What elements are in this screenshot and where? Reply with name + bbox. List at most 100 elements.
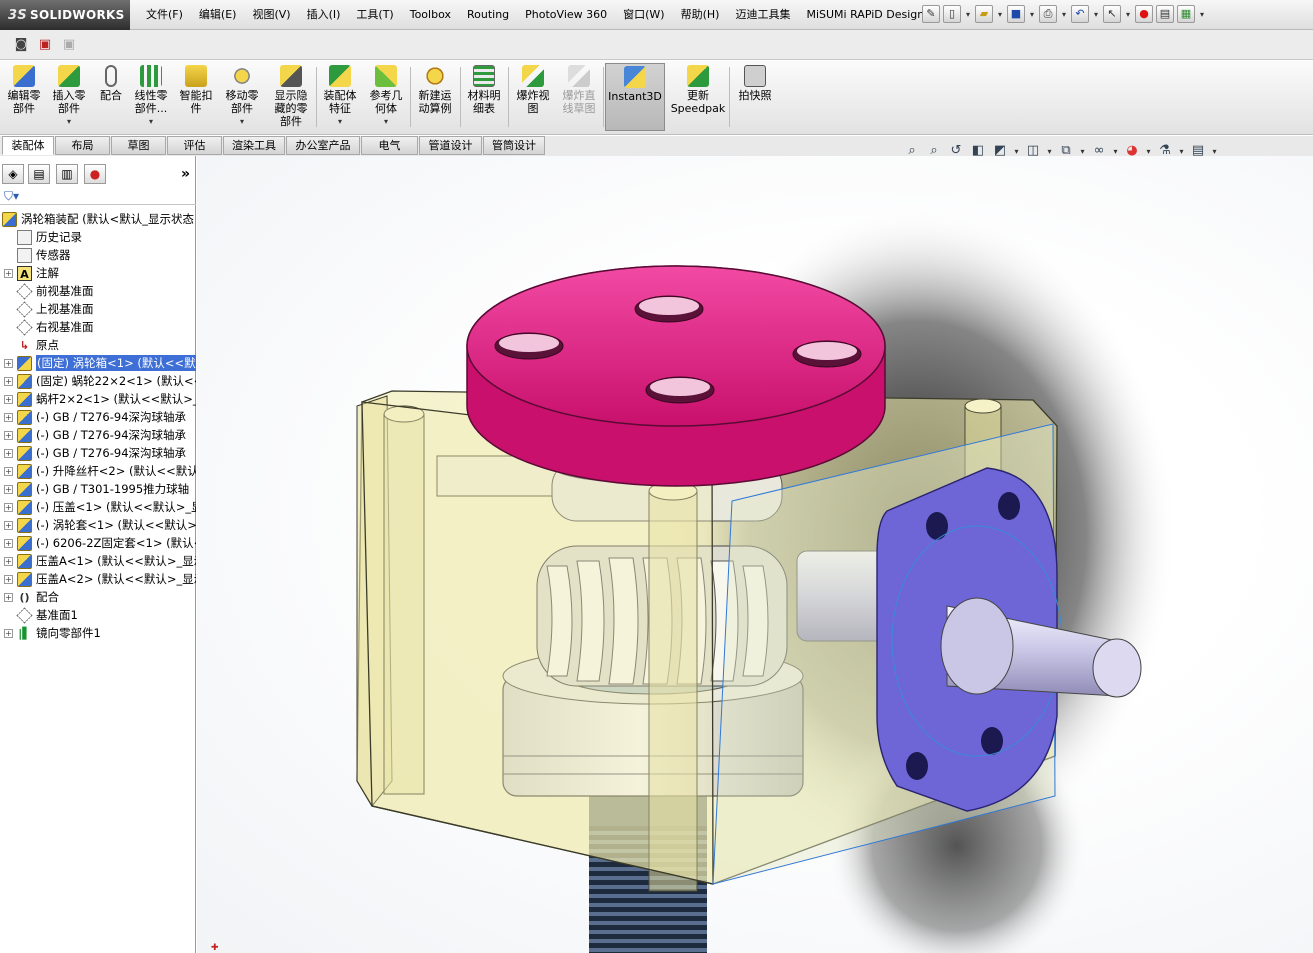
smart-fasteners-button[interactable]: 智能扣 件 [176,65,216,131]
expand-toggle[interactable]: + [4,592,13,602]
chevron-down-icon[interactable]: ▾ [1211,147,1218,156]
tree-item-right-plane[interactable]: 右视基准面 [0,318,196,336]
display-manager-tab-icon[interactable]: ● [84,164,106,184]
update-speedpak-button[interactable]: 更新 Speedpak [670,65,726,131]
print-icon[interactable]: ⎙ [1039,5,1057,23]
tab-render-tools[interactable]: 渲染工具 [223,136,285,155]
menu-insert[interactable]: 插入(I) [299,0,349,30]
open-folder-icon[interactable]: ▰ [975,5,993,23]
chevron-down-icon[interactable]: ▾ [1198,10,1206,19]
expand-toggle[interactable]: + [4,376,13,386]
tree-item-origin[interactable]: ↳ 原点 [0,336,196,354]
render-disabled-icon[interactable]: ▣ [60,36,78,54]
chevron-down-icon[interactable]: ▾ [1092,10,1100,19]
expand-toggle[interactable]: + [4,394,13,404]
tree-item-component[interactable]: + (-) GB / T276-94深沟球轴承 [0,444,196,462]
menu-window[interactable]: 窗口(W) [615,0,672,30]
expand-toggle[interactable]: + [4,502,13,512]
show-hidden-components-button[interactable]: 显示隐 藏的零 部件 [268,65,314,131]
property-manager-tab-icon[interactable]: ▤ [28,164,50,184]
tree-item-plane1[interactable]: 基准面1 [0,606,196,624]
tree-root-assembly[interactable]: 涡轮箱装配 (默认<默认_显示状态 [0,210,196,228]
new-document-icon[interactable]: ▯ [943,5,961,23]
tab-layout[interactable]: 布局 [55,136,110,155]
tree-item-component[interactable]: + (固定) 涡轮箱<1> (默认<<默认 [0,354,196,372]
move-component-button[interactable]: 移动零 部件 ▾ [220,65,264,131]
render-icon[interactable]: ▣ [36,36,54,54]
assembly-features-button[interactable]: 装配体 特征 ▾ [318,65,362,131]
edit-component-button[interactable]: 编辑零 部件 [4,65,44,131]
mate-button[interactable]: 配合 [94,65,128,131]
chevron-down-icon[interactable]: ▾ [1046,147,1053,156]
chevron-down-icon[interactable]: ▾ [1028,10,1036,19]
instant3d-button[interactable]: Instant3D [605,63,665,131]
tree-item-component[interactable]: + (-) 涡轮套<1> (默认<<默认> [0,516,196,534]
options-icon[interactable]: ▦ [1177,5,1195,23]
chevron-down-icon[interactable]: ▾ [1079,147,1086,156]
chevron-down-icon[interactable]: ▾ [338,115,342,128]
menu-maidi[interactable]: 迈迪工具集 [727,0,798,30]
chevron-down-icon[interactable]: ▾ [1145,147,1152,156]
undo-icon[interactable]: ↶ [1071,5,1089,23]
expand-toggle[interactable]: + [4,448,13,458]
tree-item-mirror-component[interactable]: + |▌ 镜向零部件1 [0,624,196,642]
expand-toggle[interactable]: + [4,268,13,278]
menu-routing[interactable]: Routing [459,0,517,30]
chevron-down-icon[interactable]: ▾ [240,115,244,128]
filter-icon[interactable]: ⛉▾ [4,189,19,204]
menu-tools[interactable]: 工具(T) [348,0,401,30]
chevron-down-icon[interactable]: ▾ [1124,10,1132,19]
menu-file[interactable]: 文件(F) [138,0,191,30]
chevron-down-icon[interactable]: ▾ [1060,10,1068,19]
tree-item-component[interactable]: + 压盖A<2> (默认<<默认>_显示 [0,570,196,588]
chevron-down-icon[interactable]: ▾ [1112,147,1119,156]
expand-toggle[interactable]: + [4,430,13,440]
expand-toggle[interactable]: + [4,520,13,530]
tree-item-component[interactable]: + (-) GB / T276-94深沟球轴承 [0,408,196,426]
explode-line-sketch-button[interactable]: 爆炸直 线草图 [556,65,602,131]
expand-toggle[interactable]: + [4,484,13,494]
take-snapshot-button[interactable]: 拍快照 [731,65,779,131]
tree-item-component[interactable]: + (-) 6206-2Z固定套<1> (默认< [0,534,196,552]
expand-toggle[interactable]: + [4,574,13,584]
tab-evaluate[interactable]: 评估 [167,136,222,155]
chevron-down-icon[interactable]: ▾ [149,115,153,128]
tab-piping[interactable]: 管道设计 [419,136,482,155]
reference-geometry-button[interactable]: 参考几 何体 ▾ [364,65,408,131]
chevron-down-icon[interactable]: ▾ [384,115,388,128]
menu-misumi[interactable]: MiSUMi RAPiD Design [798,0,932,30]
expand-toggle[interactable]: + [4,412,13,422]
tree-item-component[interactable]: + 压盖A<1> (默认<<默认>_显示 [0,552,196,570]
expand-toggle[interactable]: + [4,556,13,566]
file-properties-icon[interactable]: ▤ [1156,5,1174,23]
chevron-down-icon[interactable]: ▾ [67,115,71,128]
tree-item-component[interactable]: +(固定) 蜗轮22×2<1> (默认<<默 [0,372,196,390]
tree-item-component[interactable]: + (-) GB / T276-94深沟球轴承 [0,426,196,444]
tab-sketch[interactable]: 草图 [111,136,166,155]
bill-of-materials-button[interactable]: 材料明 细表 [462,65,506,131]
assembly-model-view[interactable] [197,156,1313,953]
rebuild-traffic-light-icon[interactable]: ● [1135,5,1153,23]
expand-toggle[interactable]: + [4,538,13,548]
solidworks-logo[interactable]: 3S SOLIDWORKS [0,0,130,30]
menu-view[interactable]: 视图(V) [244,0,298,30]
exploded-view-button[interactable]: 爆炸视 图 [510,65,556,131]
expand-toggle[interactable]: + [4,358,13,368]
expand-panel-icon[interactable]: » [181,166,190,182]
new-motion-study-button[interactable]: 新建运 动算例 [412,65,458,131]
insert-component-button[interactable]: 插入零 部件 ▾ [48,65,90,131]
graphics-area[interactable]: ✚ [197,156,1313,953]
select-pointer-icon[interactable]: ↖ [1103,5,1121,23]
tree-item-front-plane[interactable]: 前视基准面 [0,282,196,300]
configuration-manager-tab-icon[interactable]: ▥ [56,164,78,184]
menu-toolbox[interactable]: Toolbox [402,0,459,30]
tree-item-sensors[interactable]: 传感器 [0,246,196,264]
tab-assembly[interactable]: 装配体 [2,136,54,155]
menu-edit[interactable]: 编辑(E) [191,0,245,30]
tree-item-mates[interactable]: +() 配合 [0,588,196,606]
pin-icon[interactable]: ✎ [922,5,940,23]
menu-help[interactable]: 帮助(H) [673,0,728,30]
chevron-down-icon[interactable]: ▾ [1013,147,1020,156]
tab-office-products[interactable]: 办公室产品 [286,136,360,155]
tree-item-component[interactable]: + 蜗杆2×2<1> (默认<<默认>_显 [0,390,196,408]
